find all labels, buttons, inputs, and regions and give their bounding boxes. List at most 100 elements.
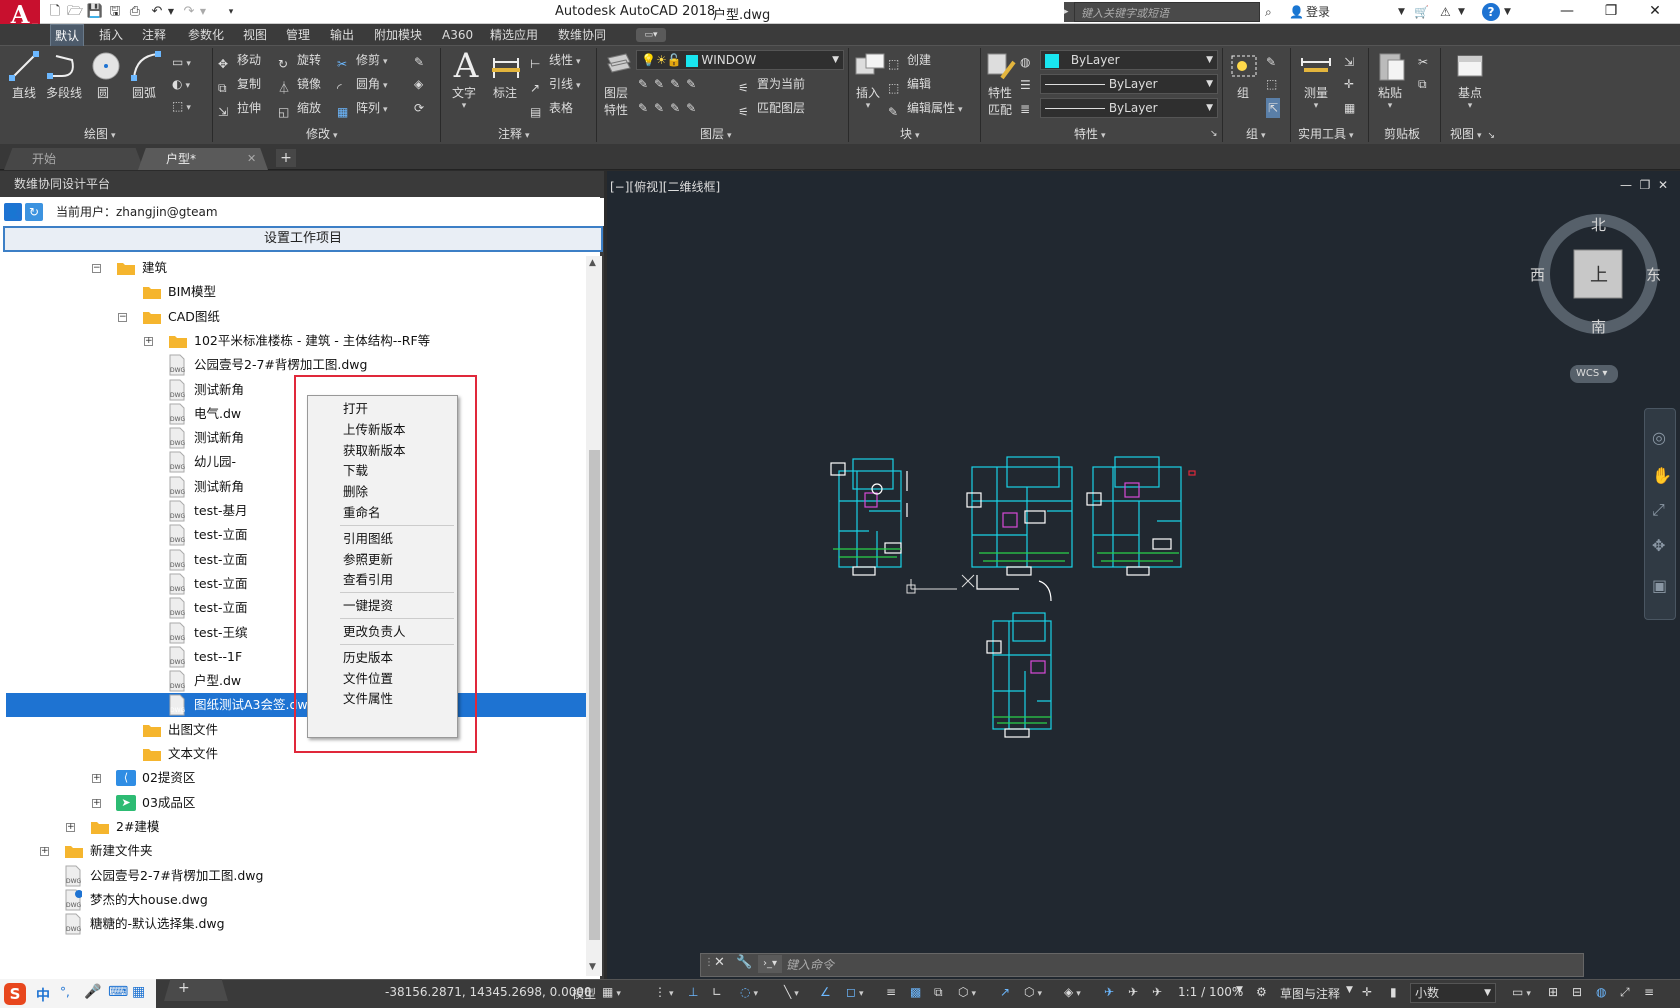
search-input[interactable]: 键入关键字或短语: [1074, 2, 1260, 22]
match-layer-button[interactable]: ⚟ 匹配图层: [738, 98, 805, 119]
viewcube-north[interactable]: 北: [1591, 214, 1606, 235]
zoom-extents-icon[interactable]: ⤢: [1652, 500, 1665, 520]
expand-toggle-icon[interactable]: +: [92, 798, 101, 808]
ribbon-minimize-icon[interactable]: ▭▾: [636, 28, 666, 42]
viewport-window-controls[interactable]: — ❐ ✕: [1620, 178, 1668, 192]
match-properties-button[interactable]: 特性 匹配: [984, 50, 1016, 118]
fillet-button[interactable]: ◜ 圆角 ▾: [337, 74, 388, 95]
customize-toolbar-icon[interactable]: ▾: [224, 3, 238, 21]
tree-folder-item[interactable]: − CAD图纸: [6, 305, 586, 329]
offset-icon[interactable]: ⟳: [414, 98, 424, 118]
recent-commands-icon[interactable]: ›_▾: [758, 955, 782, 973]
redo-icon[interactable]: ↷: [180, 3, 198, 21]
clean-screen-icon[interactable]: ⤢: [1620, 985, 1630, 1000]
tree-folder-item[interactable]: +2#建模: [6, 815, 586, 839]
tab-annotate[interactable]: 注释: [138, 24, 170, 46]
edit-attributes-button[interactable]: ✎ 编辑属性 ▾: [888, 98, 963, 119]
3d-osnap-icon[interactable]: ⬡ ▾: [958, 985, 976, 999]
clipboard-panel-footer[interactable]: 剪贴板: [1384, 125, 1420, 144]
leader-button[interactable]: ↗ 引线 ▾: [530, 74, 581, 95]
viewport-controls-label[interactable]: [−][俯视][二维线框]: [610, 178, 720, 195]
lineweight-icon[interactable]: ≣: [1020, 99, 1030, 119]
edit-block-button[interactable]: ⬚ 编辑: [888, 74, 931, 95]
tab-default[interactable]: 默认: [50, 24, 85, 46]
expand-toggle-icon[interactable]: +: [92, 774, 101, 784]
close-window-button[interactable]: ✕: [1633, 0, 1677, 24]
scroll-up-icon[interactable]: ▲: [589, 258, 596, 268]
tab-insert[interactable]: 插入: [95, 24, 127, 46]
line-button[interactable]: 直线: [6, 50, 42, 101]
cursor-coordinates[interactable]: -38156.2871, 14345.2698, 0.0000: [385, 985, 592, 999]
annotation-scale-value[interactable]: 1:1 / 100%: [1178, 985, 1243, 999]
mirror-button[interactable]: ⏃ 镜像: [278, 74, 321, 95]
expand-toggle-icon[interactable]: +: [66, 822, 75, 832]
draw-panel-footer[interactable]: 绘图 ▾: [84, 125, 116, 144]
copy-button[interactable]: ⧉ 复制: [218, 74, 261, 95]
explode-icon[interactable]: ◈: [414, 74, 423, 94]
binoculars-icon[interactable]: ⌕: [1265, 3, 1272, 21]
tree-folder-item[interactable]: BIM模型: [6, 280, 586, 304]
snap-mode-icon[interactable]: ⋮ ▾: [654, 985, 674, 999]
id-point-icon[interactable]: ✛: [1344, 74, 1354, 94]
expand-toggle-icon[interactable]: +: [40, 847, 49, 857]
scrollbar-thumb[interactable]: [589, 450, 600, 940]
lineweight-display-icon[interactable]: ≡: [886, 985, 896, 999]
base-view-button[interactable]: 基点 ▾: [1452, 50, 1488, 111]
ungroup-icon[interactable]: ✎: [1266, 52, 1276, 72]
tab-parametric[interactable]: 参数化: [184, 24, 228, 46]
redo-dropdown-icon[interactable]: ▼: [198, 3, 208, 21]
layers-panel-footer[interactable]: 图层 ▾: [700, 125, 732, 144]
tree-folder-item[interactable]: − 建筑: [6, 256, 586, 280]
object-snap-icon[interactable]: ◻ ▾: [846, 985, 864, 999]
polyline-button[interactable]: 多段线: [44, 50, 84, 101]
orbit-icon[interactable]: ✥: [1652, 536, 1665, 555]
calculator-icon[interactable]: ▦: [1344, 98, 1355, 118]
scale-button[interactable]: ◱ 缩放: [278, 98, 321, 119]
expand-toggle-icon[interactable]: −: [92, 264, 101, 273]
model-space-button[interactable]: 模型: [572, 985, 596, 1002]
search-expand-icon[interactable]: ▸: [1064, 2, 1074, 22]
table-button[interactable]: ▤ 表格: [530, 98, 573, 119]
wcs-menu[interactable]: WCS ▾: [1570, 365, 1618, 383]
connect-dropdown-icon[interactable]: ▼: [1458, 3, 1465, 21]
command-input[interactable]: 键入命令: [786, 956, 834, 973]
linetype-dropdown[interactable]: ByLayer ▼: [1040, 74, 1218, 94]
circle-button[interactable]: 圆: [88, 50, 120, 101]
tree-folder-item[interactable]: + ⟨ 02提资区: [6, 766, 586, 790]
isolate-objects-icon[interactable]: ⊟: [1572, 985, 1582, 999]
login-link[interactable]: 登录: [1306, 3, 1330, 21]
restore-button[interactable]: ❐: [1589, 0, 1633, 24]
set-project-button[interactable]: 设置工作项目: [3, 226, 603, 252]
dynamic-ucs-icon[interactable]: ↗: [1000, 985, 1010, 999]
linetype-icon[interactable]: ☰: [1020, 75, 1031, 95]
tree-folder-item[interactable]: + ➤ 03成品区: [6, 791, 586, 815]
undo-icon[interactable]: ↶: [148, 3, 166, 21]
customization-icon[interactable]: ≡: [1644, 985, 1654, 999]
cart-icon[interactable]: 🛒: [1414, 3, 1429, 21]
workspace-switch[interactable]: 草图与注释: [1280, 985, 1340, 1002]
close-tab-icon[interactable]: ✕: [247, 152, 256, 165]
tree-file-item[interactable]: DWG 糖糖的-默认选择集.dwg: [6, 912, 586, 936]
paste-button[interactable]: 粘贴 ▾: [1374, 50, 1406, 111]
properties-dialog-launcher-icon[interactable]: ↘: [1210, 125, 1218, 144]
lock-ui-icon[interactable]: ⊞: [1548, 985, 1558, 999]
open-file-icon[interactable]: 🗁: [66, 3, 84, 21]
viewcube-west[interactable]: 西: [1530, 264, 1545, 285]
move-button[interactable]: ✥ 移动: [218, 50, 261, 71]
annotation-scale-dropdown-icon[interactable]: ▼: [1236, 985, 1243, 995]
group-edit-icon[interactable]: ⬚: [1266, 74, 1277, 94]
annotation-monitor-icon[interactable]: ✛: [1362, 985, 1372, 999]
create-block-button[interactable]: ⬚ 创建: [888, 50, 931, 71]
tab-view[interactable]: 视图: [239, 24, 271, 46]
tab-manage[interactable]: 管理: [282, 24, 314, 46]
viewcube-top-face[interactable]: 上: [1590, 261, 1608, 287]
tab-a360[interactable]: A360: [438, 24, 477, 46]
ime-toolbar[interactable]: S 中 °, 🎤 ⌨ ▦: [0, 979, 156, 1008]
help-icon[interactable]: ?: [1482, 3, 1500, 21]
minimize-button[interactable]: —: [1545, 0, 1589, 24]
tree-file-item[interactable]: DWG 公园壹号2-7#背楞加工图.dwg: [6, 353, 586, 377]
modify-panel-footer[interactable]: 修改 ▾: [306, 125, 338, 144]
add-layout-icon[interactable]: +: [178, 980, 190, 996]
print-icon[interactable]: ⎙: [126, 3, 144, 21]
dimension-button[interactable]: 标注: [488, 50, 522, 101]
